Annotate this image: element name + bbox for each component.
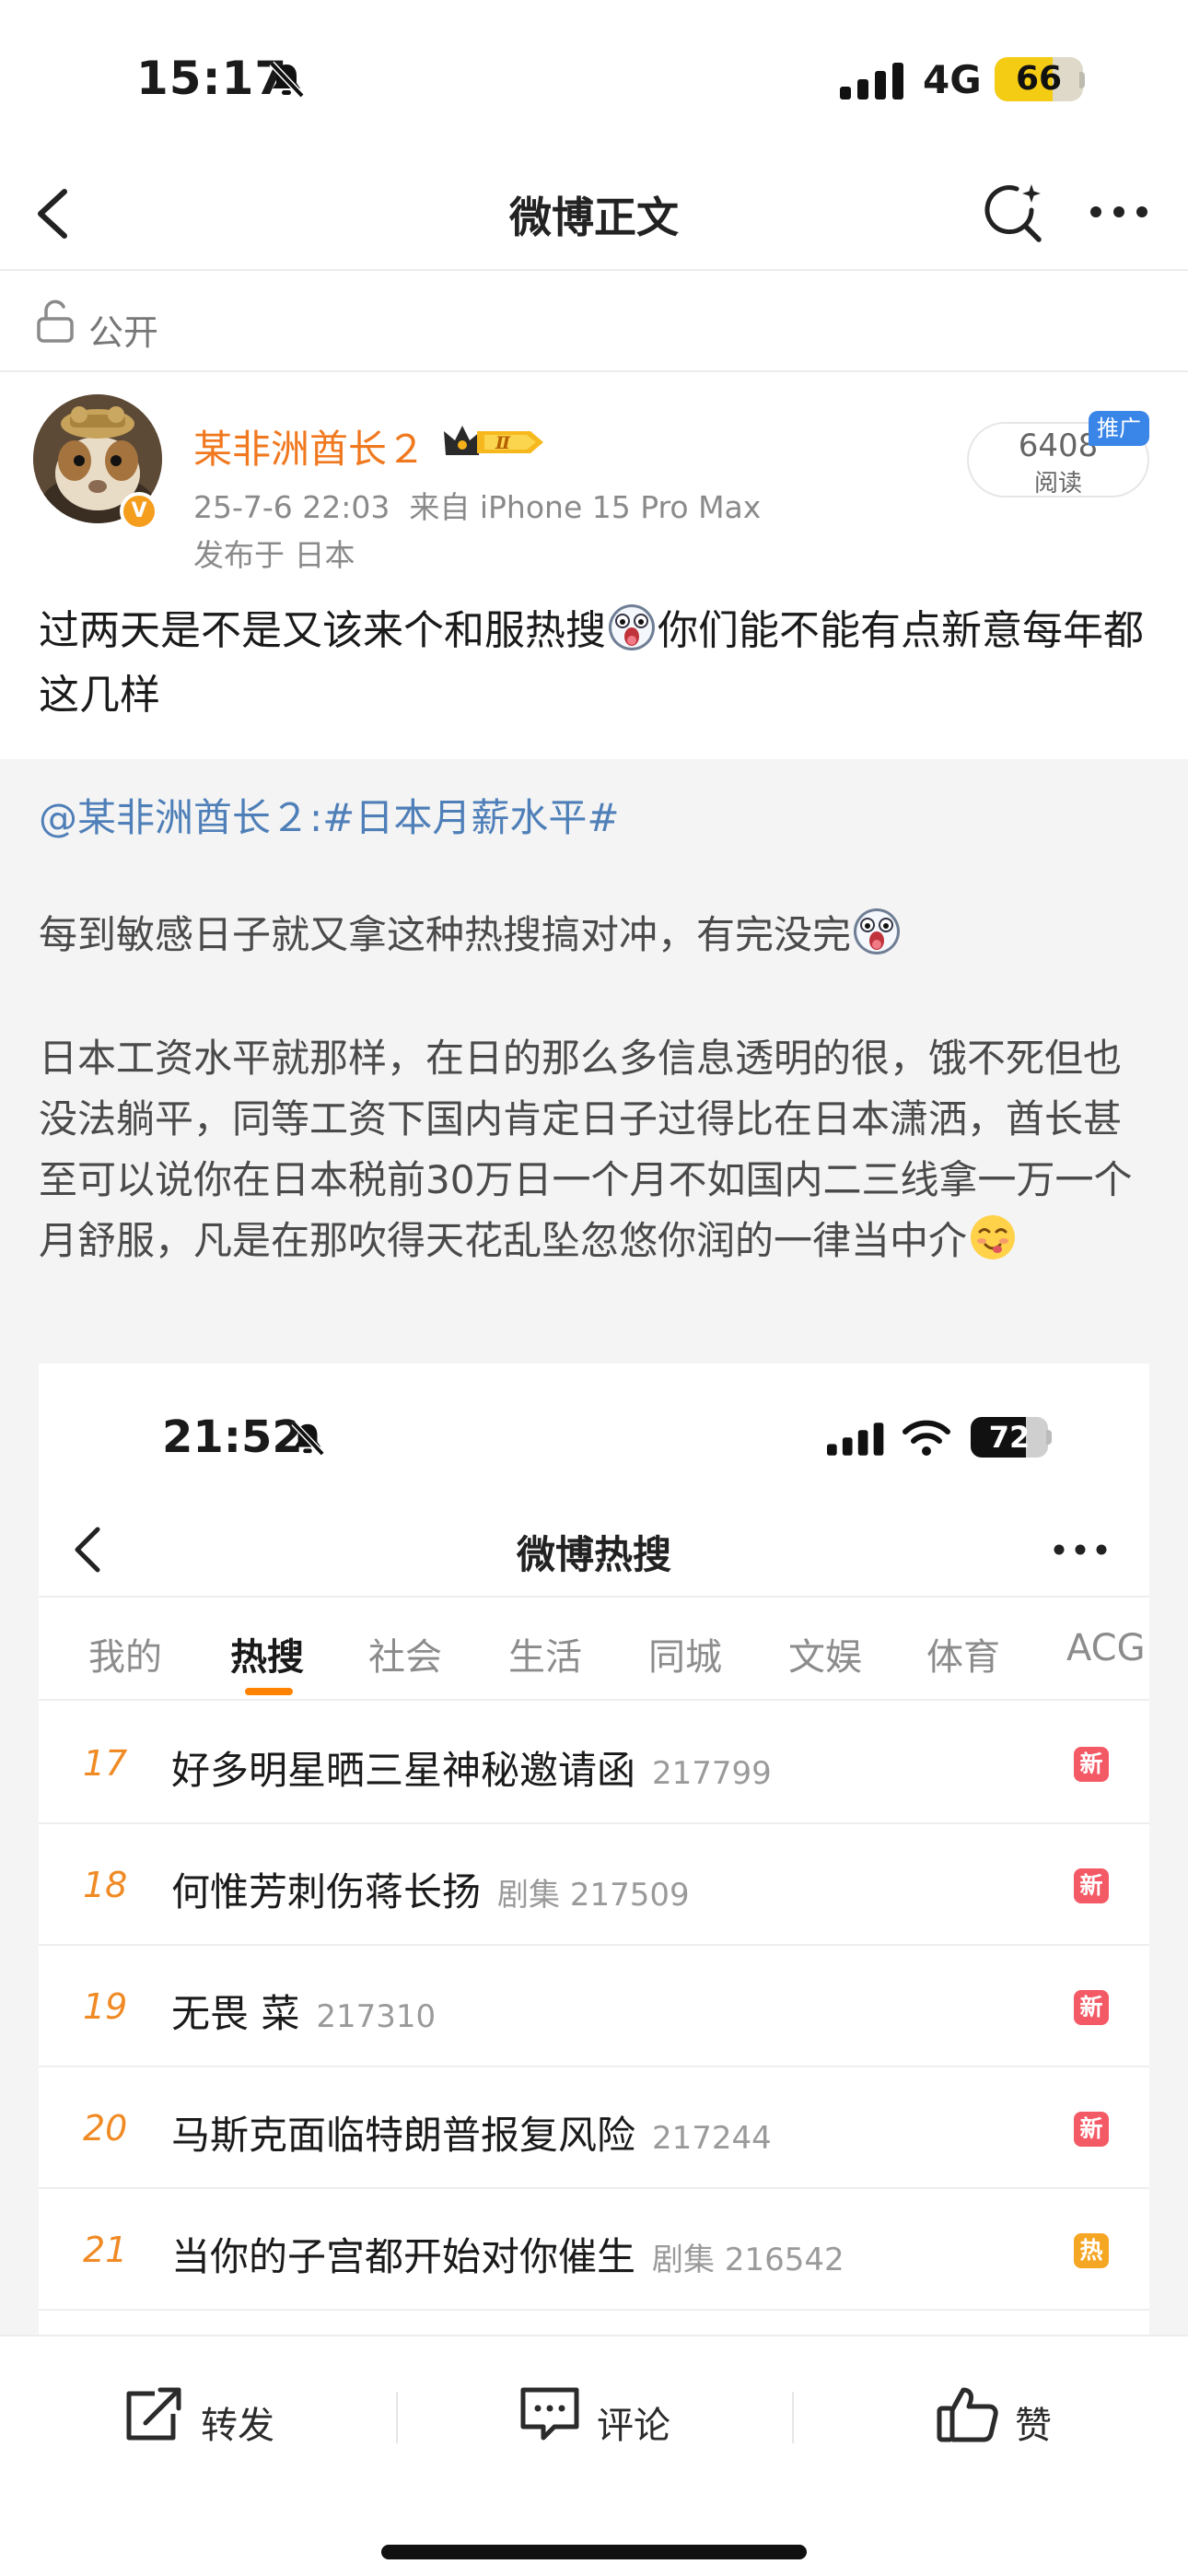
read-count-label: 阅读 <box>1033 470 1082 498</box>
hot-rank: 17 <box>83 1743 128 1784</box>
repost-paragraph: 每到敏感日子就又拿这种热搜搞对冲，有完没完 <box>39 905 1153 966</box>
screenshot-battery-indicator: 72 <box>971 1417 1048 1458</box>
tab-acg: ACG <box>1066 1627 1146 1669</box>
repost-label: 转发 <box>201 2405 274 2447</box>
like-button[interactable]: 赞 <box>936 2381 1083 2454</box>
post-source: 来自 iPhone 15 Pro Max <box>409 489 762 525</box>
action-divider <box>396 2392 398 2443</box>
hot-search-row: 17 好多明星晒三星神秘邀请函 217799 新 <box>39 1703 1149 1824</box>
hot-title: 无畏 菜 217310 <box>171 1983 436 2039</box>
hot-meta: 217244 <box>652 2120 772 2157</box>
hot-meta: 剧集 217509 <box>497 1877 690 1914</box>
hot-search-row: 20 马斯克面临特朗普报复风险 217244 新 <box>39 2067 1149 2189</box>
hot-badge: 新 <box>1074 1868 1109 1903</box>
repost-paragraph-text: 每到敏感日子就又拿这种热搜搞对冲，有完没完 <box>39 912 852 957</box>
thumbs-up-icon <box>937 2387 998 2442</box>
screenshot-tab-bar: 我的 热搜 社会 生活 同城 文娱 体育 ACG <box>39 1599 1149 1701</box>
screenshot-status-time: 21:52 <box>162 1411 303 1463</box>
share-icon <box>126 2387 181 2441</box>
visibility-label: 公开 <box>88 312 159 353</box>
bell-muted-icon <box>291 1421 325 1456</box>
screenshot-title: 微博热搜 <box>516 1532 671 1577</box>
battery-indicator: 66 <box>995 57 1083 101</box>
search-sparkle-icon[interactable] <box>980 179 1046 245</box>
battery-level: 66 <box>1015 60 1063 98</box>
cellular-signal-icon <box>827 1423 884 1456</box>
repost-mention-link[interactable]: @某非洲酋长２:#日本月薪水平# <box>39 787 620 843</box>
nav-bar: 微博正文 <box>0 157 1188 271</box>
vip-crown-icon[interactable]: Ⅱ <box>440 420 549 464</box>
post-meta: 25-7-6 22:03 来自 iPhone 15 Pro Max <box>193 483 761 527</box>
svg-text:Ⅱ: Ⅱ <box>495 433 511 453</box>
tab-sports: 体育 <box>926 1636 1000 1679</box>
promo-tag[interactable]: 推广 <box>1089 411 1149 446</box>
hot-title-text: 当你的子宫都开始对你催生 <box>171 2234 636 2279</box>
bell-muted-icon <box>269 61 305 98</box>
embedded-screenshot[interactable]: 21:52 72 微博热搜 我的 热搜 社会 生活 同城 文娱 体育 ACG 1… <box>39 1364 1149 2340</box>
hot-title-text: 何惟芳刺伤蒋长扬 <box>171 1869 482 1914</box>
hot-meta: 剧集 216542 <box>652 2242 844 2278</box>
hot-rank: 21 <box>83 2230 128 2270</box>
hot-meta: 217310 <box>316 1998 437 2035</box>
hot-title-text: 马斯克面临特朗普报复风险 <box>171 2113 636 2158</box>
author-name[interactable]: 某非洲酋长２ <box>193 418 425 474</box>
tab-society: 社会 <box>368 1636 442 1679</box>
visibility-row: 公开 <box>0 273 1188 372</box>
hot-title: 当你的子宫都开始对你催生 剧集 216542 <box>171 2226 844 2282</box>
action-bar: 转发 评论 赞 <box>0 2335 1188 2576</box>
cellular-signal-icon <box>840 63 903 100</box>
hot-badge: 新 <box>1074 2112 1109 2147</box>
hot-title-text: 好多明星晒三星神秘邀请函 <box>171 1748 636 1793</box>
hot-badge: 新 <box>1074 1747 1109 1782</box>
hot-title-text: 无畏 菜 <box>171 1991 300 2036</box>
yum-face-emoji-icon <box>971 1215 1016 1259</box>
hot-badge: 热 <box>1074 2233 1109 2268</box>
like-label: 赞 <box>1015 2405 1052 2447</box>
hot-search-row: 21 当你的子宫都开始对你催生 剧集 216542 热 <box>39 2189 1149 2311</box>
home-indicator <box>381 2545 807 2559</box>
shocked-face-emoji-icon <box>854 908 901 954</box>
hot-title: 马斯克面临特朗普报复风险 217244 <box>171 2104 772 2160</box>
tab-life: 生活 <box>508 1636 582 1679</box>
unlock-icon <box>37 299 74 343</box>
hot-title: 好多明星晒三星神秘邀请函 217799 <box>171 1739 772 1796</box>
wifi-icon <box>903 1420 950 1456</box>
comment-button[interactable]: 评论 <box>518 2381 702 2454</box>
repost-block[interactable]: @某非洲酋长２:#日本月薪水平# 每到敏感日子就又拿这种热搜搞对冲，有完没完 日… <box>0 759 1188 2340</box>
hot-badge: 新 <box>1074 1990 1109 2025</box>
screenshot-battery-tip <box>1046 1430 1052 1445</box>
hot-search-row: 18 何惟芳刺伤蒋长扬 剧集 217509 新 <box>39 1824 1149 1946</box>
post-text-part: 过两天是不是又该来个和服热搜 <box>39 607 606 654</box>
post-location: 发布于 日本 <box>193 537 355 573</box>
hot-title: 何惟芳刺伤蒋长扬 剧集 217509 <box>171 1861 690 1917</box>
tab-indicator <box>245 1688 293 1695</box>
tab-local: 同城 <box>648 1636 722 1679</box>
screenshot-nav-bar: 微博热搜 <box>39 1502 1149 1598</box>
more-dots-icon <box>1054 1544 1107 1555</box>
tab-mine: 我的 <box>88 1636 162 1679</box>
hot-rank: 18 <box>83 1865 128 1905</box>
more-dots-icon[interactable] <box>1087 193 1151 230</box>
post-text: 过两天是不是又该来个和服热搜 你们能不能有点新意每年都这几样 <box>39 599 1153 728</box>
comment-icon <box>520 2387 579 2441</box>
hot-search-row: 19 无畏 菜 217310 新 <box>39 1946 1149 2067</box>
hot-meta: 217799 <box>652 1755 772 1792</box>
tab-entertainment: 文娱 <box>788 1636 862 1679</box>
network-type: 4G <box>923 57 982 102</box>
battery-tip <box>1079 72 1085 88</box>
screenshot-battery-level: 72 <box>988 1420 1031 1455</box>
tab-hot-search: 热搜 <box>230 1636 304 1679</box>
repost-button[interactable]: 转发 <box>122 2381 306 2454</box>
shocked-face-emoji-icon <box>609 604 655 650</box>
comment-label: 评论 <box>597 2405 670 2447</box>
hot-rank: 20 <box>83 2108 128 2149</box>
hot-rank: 19 <box>83 1986 128 2027</box>
action-divider <box>792 2392 794 2443</box>
status-time: 15:17 <box>136 52 288 105</box>
repost-paragraph: 日本工资水平就那样，在日的那么多信息透明的很，饿不死但也没法躺平，同等工资下国内… <box>39 1028 1153 1271</box>
status-bar: 15:17 4G 66 <box>0 0 1188 157</box>
verified-v-icon: V <box>120 492 158 531</box>
post-time: 25-7-6 22:03 <box>193 489 390 525</box>
